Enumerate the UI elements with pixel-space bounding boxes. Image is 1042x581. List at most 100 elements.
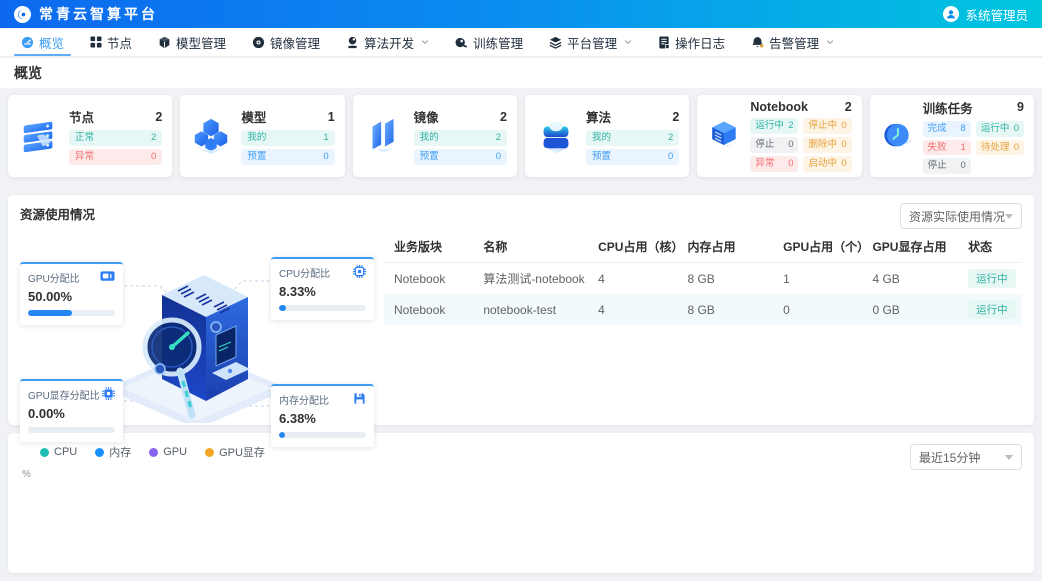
legend-item-gpu[interactable]: GPU [149, 446, 187, 458]
user-name: 系统管理员 [965, 5, 1028, 24]
log-document-icon [658, 36, 670, 49]
user-avatar-icon [943, 6, 959, 22]
status-badge: 我的2 [414, 130, 507, 146]
stat-card-notebook: Notebook2 运行中2 停止中0 停止0 删除中0 异常0 启动中0 [697, 95, 861, 177]
stat-cards-row: 节点2 正常2 异常0 模型 1 我的1 预置0 [8, 95, 1034, 177]
status-badge: 运行中 [968, 300, 1016, 319]
stat-card-title: 镜像 [414, 107, 439, 126]
stat-card-title: 训练任务 [923, 98, 973, 117]
main-nav: 概览 节点 模型管理 镜像管理 算法开发 训练管理 平台管理 操作日志 告警管理 [0, 28, 1042, 57]
platform-layers-icon [549, 36, 562, 49]
model-cube-icon [158, 36, 171, 49]
notebook-cube-icon [705, 113, 743, 159]
stat-card-count: 2 [672, 110, 679, 124]
status-badge: 删除中0 [803, 137, 851, 153]
time-range-select[interactable]: 最近15分钟 [910, 444, 1022, 470]
status-badge: 我的2 [586, 130, 679, 146]
status-badge: 完成8 [923, 121, 971, 137]
nav-item-alarm-management[interactable]: 告警管理 [738, 28, 847, 56]
resource-mode-select[interactable]: 资源实际使用情况 [900, 203, 1022, 229]
stat-card-nodes: 节点2 正常2 异常0 [8, 95, 172, 177]
stat-card-count: 2 [500, 110, 507, 124]
status-badge: 正常2 [69, 130, 162, 146]
stat-card-models: 模型 1 我的1 预置0 [180, 95, 344, 177]
gauge-cpu-allocation: CPU分配比 8.33% [271, 257, 374, 320]
stat-card-title: 模型 [241, 107, 266, 126]
model-cubes-icon [188, 113, 234, 159]
app-title: 常青云智算平台 [39, 4, 158, 24]
stat-card-training-tasks: 训练任务9 完成8 运行中0 失败1 待处理0 停止0 [870, 95, 1034, 177]
table-row: Notebook notebook-test 4 8 GB 0 0 GB 运行中 [384, 294, 1022, 325]
stat-card-title: 算法 [586, 107, 611, 126]
status-badge: 异常0 [69, 149, 162, 165]
chevron-down-icon [826, 38, 834, 46]
gauge-memory-allocation: 内存分配比 6.38% [271, 384, 374, 447]
stat-card-count: 1 [328, 110, 335, 124]
nav-item-image-management[interactable]: 镜像管理 [239, 28, 333, 56]
algorithm-stack-icon [533, 113, 579, 159]
col-header: GPU占用（个） [773, 231, 862, 263]
image-panels-icon [361, 113, 407, 159]
legend-dot [40, 448, 49, 457]
user-menu[interactable]: 系统管理员 [943, 5, 1028, 24]
gauge-gpu-memory-allocation: GPU显存分配比 0.00% [20, 379, 123, 442]
cpu-chip-icon [353, 265, 366, 278]
table-header-row: 业务版块 名称 CPU占用（核） 内存占用 GPU占用（个） GPU显存占用 状… [384, 231, 1022, 263]
status-badge: 运行中2 [750, 118, 798, 134]
col-header: GPU显存占用 [862, 231, 958, 263]
col-header: 内存占用 [677, 231, 773, 263]
nav-item-training-management[interactable]: 训练管理 [442, 28, 536, 56]
app-logo-icon [14, 6, 31, 23]
status-badge: 运行中 [968, 269, 1016, 288]
alarm-bell-icon [751, 36, 764, 49]
status-badge: 停止中0 [803, 118, 851, 134]
page-title: 概览 [14, 63, 42, 83]
overview-dashboard-icon [21, 36, 34, 49]
stat-card-algorithms: 算法 2 我的2 预置0 [525, 95, 689, 177]
legend-item-memory[interactable]: 内存 [95, 444, 131, 460]
y-axis-unit-label: % [22, 469, 1022, 480]
stat-card-count: 2 [155, 110, 162, 124]
gpu-memory-allocation-bar [28, 427, 115, 433]
gpu-card-icon [100, 270, 115, 282]
chevron-down-icon [421, 38, 429, 46]
legend-dot [149, 448, 158, 457]
chart-legend: CPU 内存 GPU GPU显存 [20, 444, 1022, 460]
legend-dot [95, 448, 104, 457]
chevron-down-icon [624, 38, 632, 46]
status-badge: 预置0 [241, 149, 334, 165]
status-badge: 停止0 [923, 158, 971, 174]
status-badge: 启动中0 [803, 156, 851, 172]
status-badge: 预置0 [586, 149, 679, 165]
caret-down-icon [1005, 214, 1013, 219]
stat-card-count: 9 [1017, 100, 1024, 114]
stat-card-title: Notebook [750, 100, 808, 114]
nodes-grid-icon [90, 36, 102, 48]
nav-item-algorithm-dev[interactable]: 算法开发 [333, 28, 442, 56]
legend-item-gpu-memory[interactable]: GPU显存 [205, 444, 265, 460]
server-stack-icon [16, 113, 62, 159]
gauge-gpu-allocation: GPU分配比 50.00% [20, 262, 123, 325]
image-disc-icon [252, 36, 265, 49]
caret-down-icon [1005, 455, 1013, 460]
status-badge: 预置0 [414, 149, 507, 165]
col-header: 业务版块 [384, 231, 473, 263]
status-badge: 停止0 [750, 137, 798, 153]
memory-allocation-bar [279, 432, 366, 438]
nav-item-platform-management[interactable]: 平台管理 [536, 28, 645, 56]
nav-item-operation-logs[interactable]: 操作日志 [645, 28, 738, 56]
col-header: CPU占用（核） [588, 231, 677, 263]
col-header: 名称 [473, 231, 588, 263]
status-badge: 失败1 [923, 140, 971, 156]
stat-card-count: 2 [845, 100, 852, 114]
nav-item-nodes[interactable]: 节点 [77, 28, 145, 56]
status-badge: 我的1 [241, 130, 334, 146]
nav-item-overview[interactable]: 概览 [8, 28, 77, 56]
legend-item-cpu[interactable]: CPU [40, 446, 77, 458]
cpu-allocation-bar [279, 305, 366, 311]
clock-icon [878, 113, 916, 159]
resource-gauges-area: GPU分配比 50.00% CPU分配比 8.33% [20, 231, 374, 423]
memory-disk-icon [353, 392, 366, 405]
table-row: Notebook 算法测试-notebook 4 8 GB 1 4 GB 运行中 [384, 263, 1022, 295]
nav-item-model-management[interactable]: 模型管理 [145, 28, 239, 56]
